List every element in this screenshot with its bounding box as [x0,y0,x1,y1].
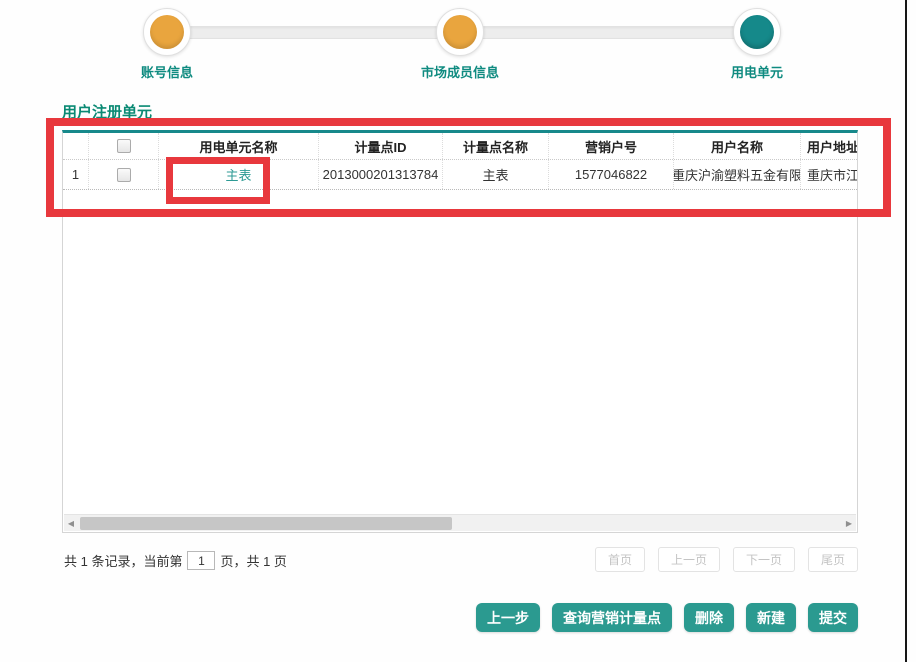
right-edge-line [905,0,907,662]
query-metering-button[interactable]: 查询营销计量点 [552,603,672,632]
summary-suffix: 页，共 1 页 [220,551,286,570]
step-label-power-unit: 用电单元 [677,62,837,81]
summary-prefix: 共 1 条记录，当前第 [64,551,182,570]
page-title: 用户注册单元 [62,101,152,122]
pagination-bar: 共 1 条记录，当前第 页，共 1 页 首页 上一页 下一页 尾页 [62,547,858,573]
header-marketing-no: 营销户号 [549,133,674,159]
scrollbar-thumb[interactable] [80,517,452,530]
row-checkbox[interactable] [117,168,131,182]
row-user-name: 重庆沪渝塑料五金有限 [674,160,801,189]
first-page-button[interactable]: 首页 [595,547,645,572]
horizontal-scrollbar[interactable]: ◀ ▶ [64,514,856,531]
row-index: 1 [63,160,89,189]
next-page-button[interactable]: 下一页 [733,547,795,572]
row-meter-name: 主表 [443,160,549,189]
previous-step-button[interactable]: 上一步 [476,603,540,632]
registration-unit-table: 用电单元名称 计量点ID 计量点名称 营销户号 用户名称 用户地址 1 主表 2… [62,130,858,533]
page-number-input[interactable] [187,551,215,570]
step-node-account [143,8,191,56]
header-unit-name: 用电单元名称 [159,133,319,159]
table-header-row: 用电单元名称 计量点ID 计量点名称 营销户号 用户名称 用户地址 [63,133,857,160]
scroll-right-icon[interactable]: ▶ [842,515,856,532]
step-dot-completed-icon [150,15,184,49]
delete-button[interactable]: 删除 [684,603,734,632]
last-page-button[interactable]: 尾页 [808,547,858,572]
header-meter-name: 计量点名称 [443,133,549,159]
row-user-addr: 重庆市江津 [801,160,858,189]
action-button-bar: 上一步 查询营销计量点 删除 新建 提交 [476,603,858,632]
row-unit-name-cell: 主表 [159,160,319,189]
header-select-cell [89,133,159,159]
submit-button[interactable]: 提交 [808,603,858,632]
scroll-left-icon[interactable]: ◀ [64,515,78,532]
record-summary: 共 1 条记录，当前第 页，共 1 页 [64,551,287,570]
step-node-market-member [436,8,484,56]
step-node-power-unit [733,8,781,56]
header-index-cell [63,133,89,159]
select-all-checkbox[interactable] [117,139,131,153]
unit-name-link[interactable]: 主表 [225,165,251,184]
create-button[interactable]: 新建 [746,603,796,632]
header-user-name: 用户名称 [674,133,801,159]
header-user-addr: 用户地址 [801,133,858,159]
row-meter-id: 2013000201313784 [319,160,443,189]
step-label-account: 账号信息 [87,62,247,81]
header-meter-id: 计量点ID [319,133,443,159]
step-dot-completed-icon [443,15,477,49]
step-indicator: 账号信息 市场成员信息 用电单元 [0,0,916,86]
page: 账号信息 市场成员信息 用电单元 用户注册单元 用电单元名称 计量点ID 计量点… [0,0,916,662]
row-select-cell [89,160,159,189]
pager-buttons: 首页 上一页 下一页 尾页 [595,547,858,572]
prev-page-button[interactable]: 上一页 [658,547,720,572]
step-dot-current-icon [740,15,774,49]
row-marketing-no: 1577046822 [549,160,674,189]
step-label-market-member: 市场成员信息 [380,62,540,81]
table-row: 1 主表 2013000201313784 主表 1577046822 重庆沪渝… [63,160,857,190]
